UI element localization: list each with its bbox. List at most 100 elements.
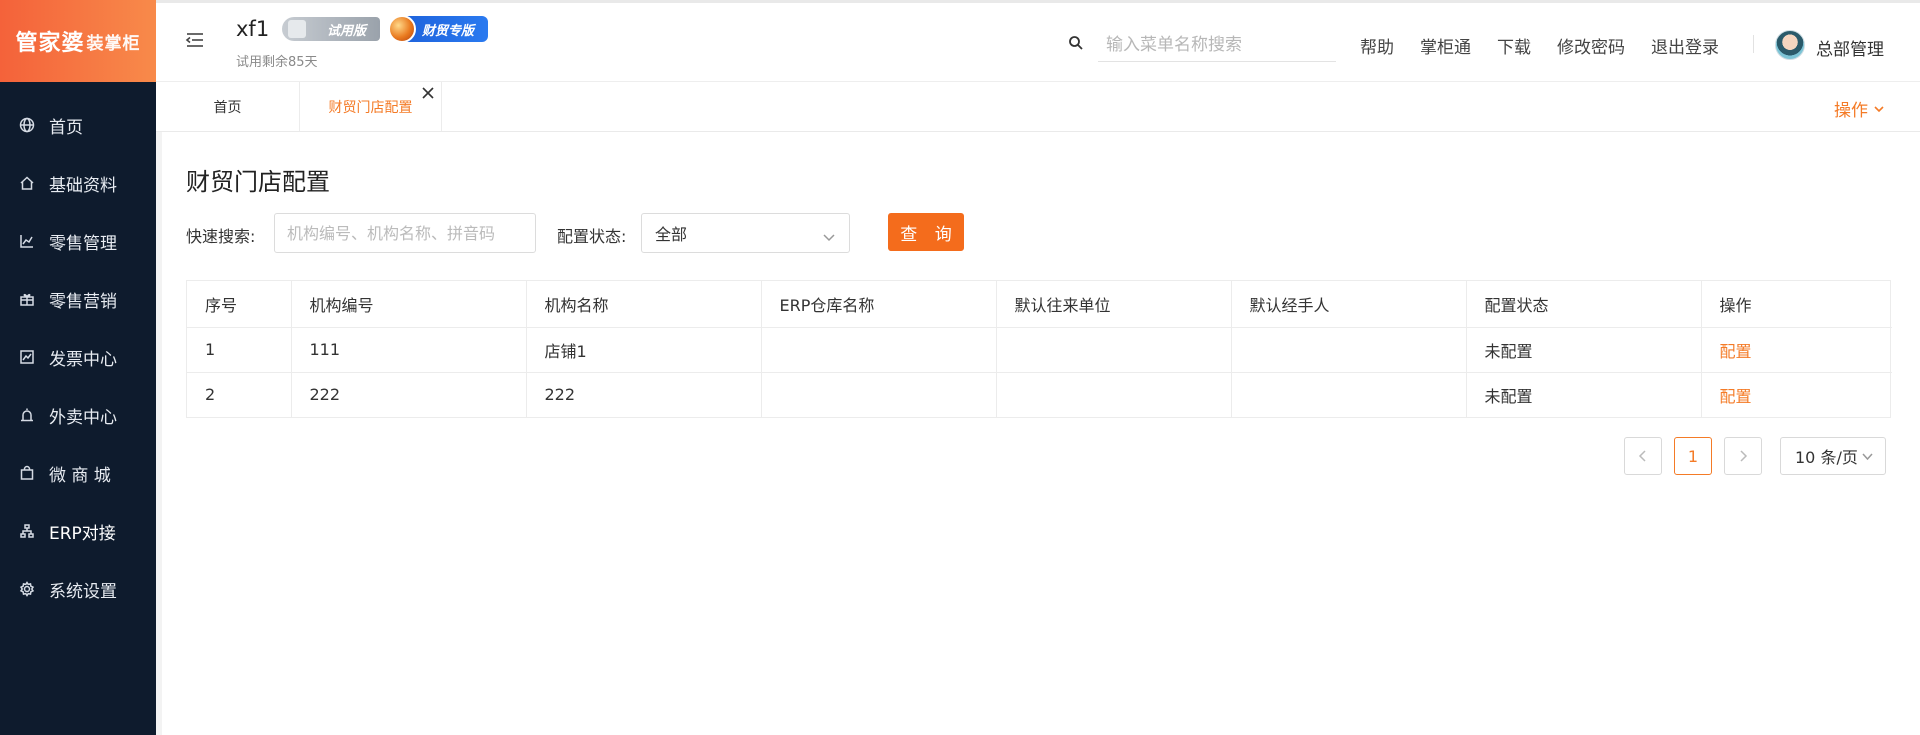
sidebar-item-retail-marketing[interactable]: 零售营销 bbox=[0, 270, 156, 328]
sidebar-item-retail-management[interactable]: 零售管理 bbox=[0, 212, 156, 270]
bag-icon bbox=[18, 464, 36, 482]
page-size-select[interactable]: 10 条/页 bbox=[1780, 437, 1886, 475]
sidebar-item-invoice-center[interactable]: 发票中心 bbox=[0, 328, 156, 386]
store-config-table: 序号 机构编号 机构名称 ERP仓库名称 默认往来单位 默认经手人 配置状态 操… bbox=[186, 280, 1892, 418]
page-title: 财贸门店配置 bbox=[186, 168, 330, 196]
header-divider bbox=[1753, 35, 1754, 53]
cell-default-handler bbox=[1231, 327, 1467, 373]
main-content: 财贸门店配置 快速搜索: 配置状态: 全部 查 询 序号 机构编号 机构名称 E… bbox=[156, 132, 1920, 735]
sidebar-item-takeout-center[interactable]: 外卖中心 bbox=[0, 386, 156, 444]
trial-days-remaining: 试用剩余85天 bbox=[236, 55, 318, 70]
gift-icon bbox=[18, 290, 36, 308]
next-page-button[interactable] bbox=[1724, 437, 1762, 475]
tabs-bar: 首页 财贸门店配置 操作 bbox=[156, 82, 1920, 132]
config-status-value: 全部 bbox=[655, 225, 688, 244]
user-name[interactable]: 总部管理 bbox=[1816, 35, 1884, 60]
trial-badge: 试用版 bbox=[282, 17, 380, 41]
tab-home[interactable]: 首页 bbox=[156, 82, 299, 131]
quick-search-label: 快速搜索: bbox=[186, 227, 256, 246]
operations-dropdown[interactable]: 操作 bbox=[1834, 96, 1884, 121]
col-header-default-handler: 默认经手人 bbox=[1231, 281, 1467, 328]
download-link[interactable]: 下载 bbox=[1497, 33, 1531, 58]
sidebar-item-home[interactable]: 首页 bbox=[0, 96, 156, 154]
menu-search-input[interactable] bbox=[1098, 28, 1336, 62]
col-header-org-name: 机构名称 bbox=[526, 281, 762, 328]
zhanggui-tong-link[interactable]: 掌柜通 bbox=[1420, 33, 1471, 58]
col-header-config-status: 配置状态 bbox=[1466, 281, 1702, 328]
cell-erp-warehouse bbox=[761, 327, 997, 373]
trial-badge-icon bbox=[288, 20, 306, 38]
sidebar-item-erp[interactable]: ERP对接 bbox=[0, 502, 156, 560]
pagination: 1 10 条/页 bbox=[1612, 437, 1886, 475]
search-icon[interactable] bbox=[1068, 35, 1086, 53]
chevron-left-icon bbox=[1638, 450, 1646, 462]
col-header-default-partner: 默认往来单位 bbox=[996, 281, 1232, 328]
col-header-actions: 操作 bbox=[1701, 281, 1892, 328]
sidebar-item-label: 系统设置 bbox=[49, 581, 117, 602]
globe-icon bbox=[18, 116, 36, 134]
chevron-down-icon bbox=[1862, 453, 1873, 461]
quick-search-input[interactable] bbox=[274, 213, 536, 253]
configure-link[interactable]: 配置 bbox=[1720, 387, 1752, 406]
cell-org-code: 222 bbox=[291, 372, 527, 417]
logout-link[interactable]: 退出登录 bbox=[1651, 33, 1719, 58]
page-number-button[interactable]: 1 bbox=[1674, 437, 1712, 475]
top-links: 帮助 掌柜通 下载 修改密码 退出登录 bbox=[1360, 33, 1745, 58]
sidebar-item-basic-data[interactable]: 基础资料 bbox=[0, 154, 156, 212]
sidebar-item-label: 发票中心 bbox=[49, 349, 117, 370]
globe-badge-icon bbox=[388, 15, 416, 43]
cell-index: 2 bbox=[187, 372, 292, 417]
menu-toggle-icon[interactable] bbox=[184, 29, 206, 51]
sidebar-item-label: 外卖中心 bbox=[49, 407, 117, 428]
finance-edition-badge: 财贸专版 bbox=[388, 15, 488, 43]
sidebar-item-system-settings[interactable]: 系统设置 bbox=[0, 560, 156, 618]
close-icon[interactable] bbox=[422, 84, 438, 100]
change-password-link[interactable]: 修改密码 bbox=[1557, 33, 1625, 58]
line-chart-icon bbox=[18, 348, 36, 366]
cell-org-code: 111 bbox=[291, 327, 527, 373]
cell-actions: 配置 bbox=[1701, 327, 1892, 373]
chevron-right-icon bbox=[1740, 450, 1748, 462]
company-name: xf1 bbox=[236, 17, 270, 41]
configure-link[interactable]: 配置 bbox=[1720, 342, 1752, 361]
alarm-icon bbox=[18, 406, 36, 424]
logo-main-text: 管家婆 bbox=[15, 30, 85, 56]
config-status-select[interactable]: 全部 bbox=[641, 213, 850, 253]
chevron-down-icon bbox=[1874, 105, 1884, 112]
cell-default-partner bbox=[996, 327, 1232, 373]
trial-badge-label: 试用版 bbox=[326, 23, 366, 39]
help-link[interactable]: 帮助 bbox=[1360, 33, 1394, 58]
prev-page-button[interactable] bbox=[1624, 437, 1662, 475]
sidebar-item-label: 零售管理 bbox=[49, 233, 117, 254]
sidebar-item-label: ERP对接 bbox=[49, 523, 116, 544]
operations-label: 操作 bbox=[1834, 101, 1868, 121]
sidebar-item-micro-mall[interactable]: 微 商 城 bbox=[0, 444, 156, 502]
cell-org-name: 222 bbox=[526, 372, 762, 417]
col-header-index: 序号 bbox=[187, 281, 292, 328]
col-header-erp-warehouse: ERP仓库名称 bbox=[761, 281, 997, 328]
tab-finance-store-config[interactable]: 财贸门店配置 bbox=[299, 82, 442, 131]
bar-chart-icon bbox=[18, 232, 36, 250]
table-header-row: 序号 机构编号 机构名称 ERP仓库名称 默认往来单位 默认经手人 配置状态 操… bbox=[187, 281, 1892, 328]
finance-badge-label: 财贸专版 bbox=[421, 23, 474, 39]
top-header: xf1 试用版 财贸专版 试用剩余85天 帮助 掌柜通 下载 修改密码 退出登录… bbox=[156, 0, 1920, 82]
table-row: 2 222 222 未配置 配置 bbox=[187, 372, 1892, 417]
logo-sub-text: 装掌柜 bbox=[86, 33, 141, 54]
cell-index: 1 bbox=[187, 327, 292, 373]
page-size-value: 10 条/页 bbox=[1795, 448, 1858, 467]
sidebar-nav: 首页 基础资料 零售管理 零售营销 发票中心 外卖中心 微 商 城 ERP对接 bbox=[0, 82, 156, 618]
sidebar: 管家婆 装掌柜 首页 基础资料 零售管理 零售营销 发票中心 外卖中心 微 商 … bbox=[0, 0, 156, 735]
cell-config-status: 未配置 bbox=[1466, 372, 1702, 417]
sitemap-icon bbox=[18, 522, 36, 540]
cell-default-partner bbox=[996, 372, 1232, 417]
query-button[interactable]: 查 询 bbox=[888, 213, 964, 251]
avatar[interactable] bbox=[1775, 30, 1805, 60]
sidebar-item-label: 基础资料 bbox=[49, 175, 117, 196]
sidebar-item-label: 首页 bbox=[49, 117, 83, 138]
home-icon bbox=[18, 174, 36, 192]
cell-org-name: 店铺1 bbox=[526, 327, 762, 373]
sidebar-item-label: 零售营销 bbox=[49, 291, 117, 312]
chevron-down-icon bbox=[823, 228, 835, 242]
cell-default-handler bbox=[1231, 372, 1467, 417]
app-logo[interactable]: 管家婆 装掌柜 bbox=[0, 0, 156, 82]
